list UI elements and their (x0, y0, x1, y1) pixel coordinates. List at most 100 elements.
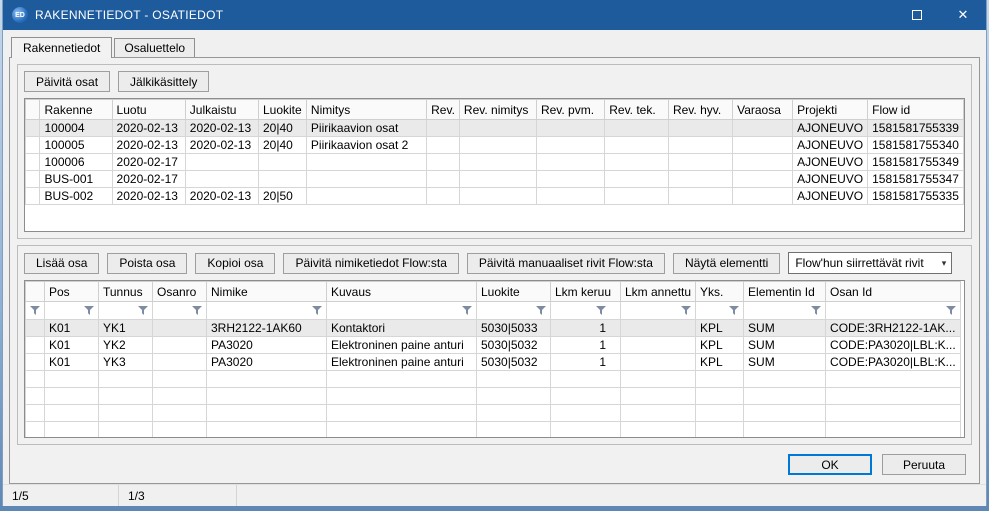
cell[interactable] (536, 137, 604, 154)
cell[interactable]: 20|40 (258, 137, 306, 154)
paivita-osat-button[interactable]: Päivitä osat (24, 71, 110, 92)
cell[interactable] (427, 188, 460, 205)
cell[interactable]: AJONEUVO (793, 154, 868, 171)
cell[interactable] (536, 188, 604, 205)
cell[interactable]: SUM (744, 354, 826, 371)
cell[interactable] (605, 154, 669, 171)
cell[interactable]: Piirikaavion osat (306, 120, 426, 137)
close-button[interactable]: ✕ (940, 0, 986, 30)
column-header[interactable]: Pos (45, 282, 99, 302)
cell[interactable]: 5030|5032 (477, 354, 551, 371)
cell[interactable]: Kontaktori (327, 320, 477, 337)
cell[interactable] (26, 171, 40, 188)
cell[interactable] (427, 171, 460, 188)
column-header[interactable]: Yks. (696, 282, 744, 302)
cell[interactable]: 2020-02-13 (185, 188, 258, 205)
column-header[interactable]: Osanro (153, 282, 207, 302)
cell[interactable]: 100005 (40, 137, 112, 154)
cell[interactable]: 100004 (40, 120, 112, 137)
cell[interactable] (306, 154, 426, 171)
cell[interactable]: YK1 (99, 320, 153, 337)
cell[interactable]: CODE:3RH2122-1AK... (826, 320, 961, 337)
cell[interactable]: Piirikaavion osat 2 (306, 137, 426, 154)
cell[interactable]: CODE:PA3020|LBL:K... (826, 354, 961, 371)
cell[interactable] (26, 188, 40, 205)
filter-cell[interactable] (153, 302, 207, 320)
column-header[interactable]: Projekti (793, 100, 868, 120)
cell[interactable] (26, 354, 45, 371)
filter-cell[interactable] (477, 302, 551, 320)
cell[interactable] (427, 120, 460, 137)
cell[interactable]: 1 (551, 337, 621, 354)
cell[interactable]: K01 (45, 320, 99, 337)
cell[interactable] (668, 154, 732, 171)
cell[interactable]: 2020-02-13 (112, 120, 185, 137)
cell[interactable] (536, 154, 604, 171)
cell[interactable]: CODE:PA3020|LBL:K... (826, 337, 961, 354)
filter-cell[interactable] (45, 302, 99, 320)
column-header[interactable] (26, 282, 45, 302)
filter-cell[interactable] (744, 302, 826, 320)
nayta-elementti-button[interactable]: Näytä elementti (673, 253, 780, 274)
column-header[interactable]: Luokite (477, 282, 551, 302)
cell[interactable]: Elektroninen paine anturi (327, 354, 477, 371)
cell[interactable] (605, 120, 669, 137)
filter-icon[interactable] (49, 306, 94, 315)
cell[interactable]: 1581581755340 (868, 137, 964, 154)
cell[interactable]: BUS-001 (40, 171, 112, 188)
cell[interactable]: PA3020 (207, 337, 327, 354)
cell[interactable]: 5030|5033 (477, 320, 551, 337)
cell[interactable] (459, 154, 536, 171)
cell[interactable]: AJONEUVO (793, 171, 868, 188)
column-header[interactable] (26, 100, 40, 120)
lisaa-osa-button[interactable]: Lisää osa (24, 253, 99, 274)
cell[interactable] (668, 120, 732, 137)
cell[interactable]: KPL (696, 337, 744, 354)
cell[interactable]: KPL (696, 320, 744, 337)
cell[interactable] (427, 137, 460, 154)
filter-icon[interactable] (103, 306, 148, 315)
cell[interactable]: 2020-02-13 (185, 137, 258, 154)
cell[interactable]: 2020-02-17 (112, 154, 185, 171)
column-header[interactable]: Luotu (112, 100, 185, 120)
column-header[interactable]: Lkm annettu (621, 282, 696, 302)
cell[interactable] (605, 188, 669, 205)
cell[interactable] (306, 171, 426, 188)
tab-osaluettelo[interactable]: Osaluettelo (114, 38, 195, 57)
cell[interactable]: YK3 (99, 354, 153, 371)
column-header[interactable]: Rev. pvm. (536, 100, 604, 120)
cell[interactable]: SUM (744, 337, 826, 354)
cell[interactable] (459, 188, 536, 205)
column-header[interactable]: Flow id (868, 100, 964, 120)
cell[interactable]: 1 (551, 354, 621, 371)
cell[interactable]: 1581581755339 (868, 120, 964, 137)
cell[interactable] (258, 171, 306, 188)
filter-cell[interactable] (327, 302, 477, 320)
filter-icon[interactable] (748, 306, 821, 315)
filter-icon[interactable] (700, 306, 739, 315)
cell[interactable]: PA3020 (207, 354, 327, 371)
cell[interactable]: AJONEUVO (793, 120, 868, 137)
filter-icon[interactable] (481, 306, 546, 315)
cell[interactable]: 1 (551, 320, 621, 337)
cell[interactable] (427, 154, 460, 171)
filter-cell[interactable] (99, 302, 153, 320)
column-header[interactable]: Rakenne (40, 100, 112, 120)
cell[interactable]: 5030|5032 (477, 337, 551, 354)
cell[interactable]: BUS-002 (40, 188, 112, 205)
filter-cell[interactable] (826, 302, 961, 320)
paivita-nimiketiedot-button[interactable]: Päivitä nimiketiedot Flow:sta (283, 253, 458, 274)
cell[interactable] (26, 337, 45, 354)
cell[interactable] (26, 154, 40, 171)
filter-icon[interactable] (625, 306, 691, 315)
column-header[interactable]: Nimitys (306, 100, 426, 120)
column-header[interactable]: Kuvaus (327, 282, 477, 302)
cell[interactable] (185, 154, 258, 171)
column-header[interactable]: Lkm keruu (551, 282, 621, 302)
cell[interactable] (306, 188, 426, 205)
cell[interactable] (733, 171, 793, 188)
cell[interactable] (26, 137, 40, 154)
jalkikasittely-button[interactable]: Jälkikäsittely (118, 71, 209, 92)
cell[interactable] (621, 354, 696, 371)
cell[interactable] (153, 354, 207, 371)
